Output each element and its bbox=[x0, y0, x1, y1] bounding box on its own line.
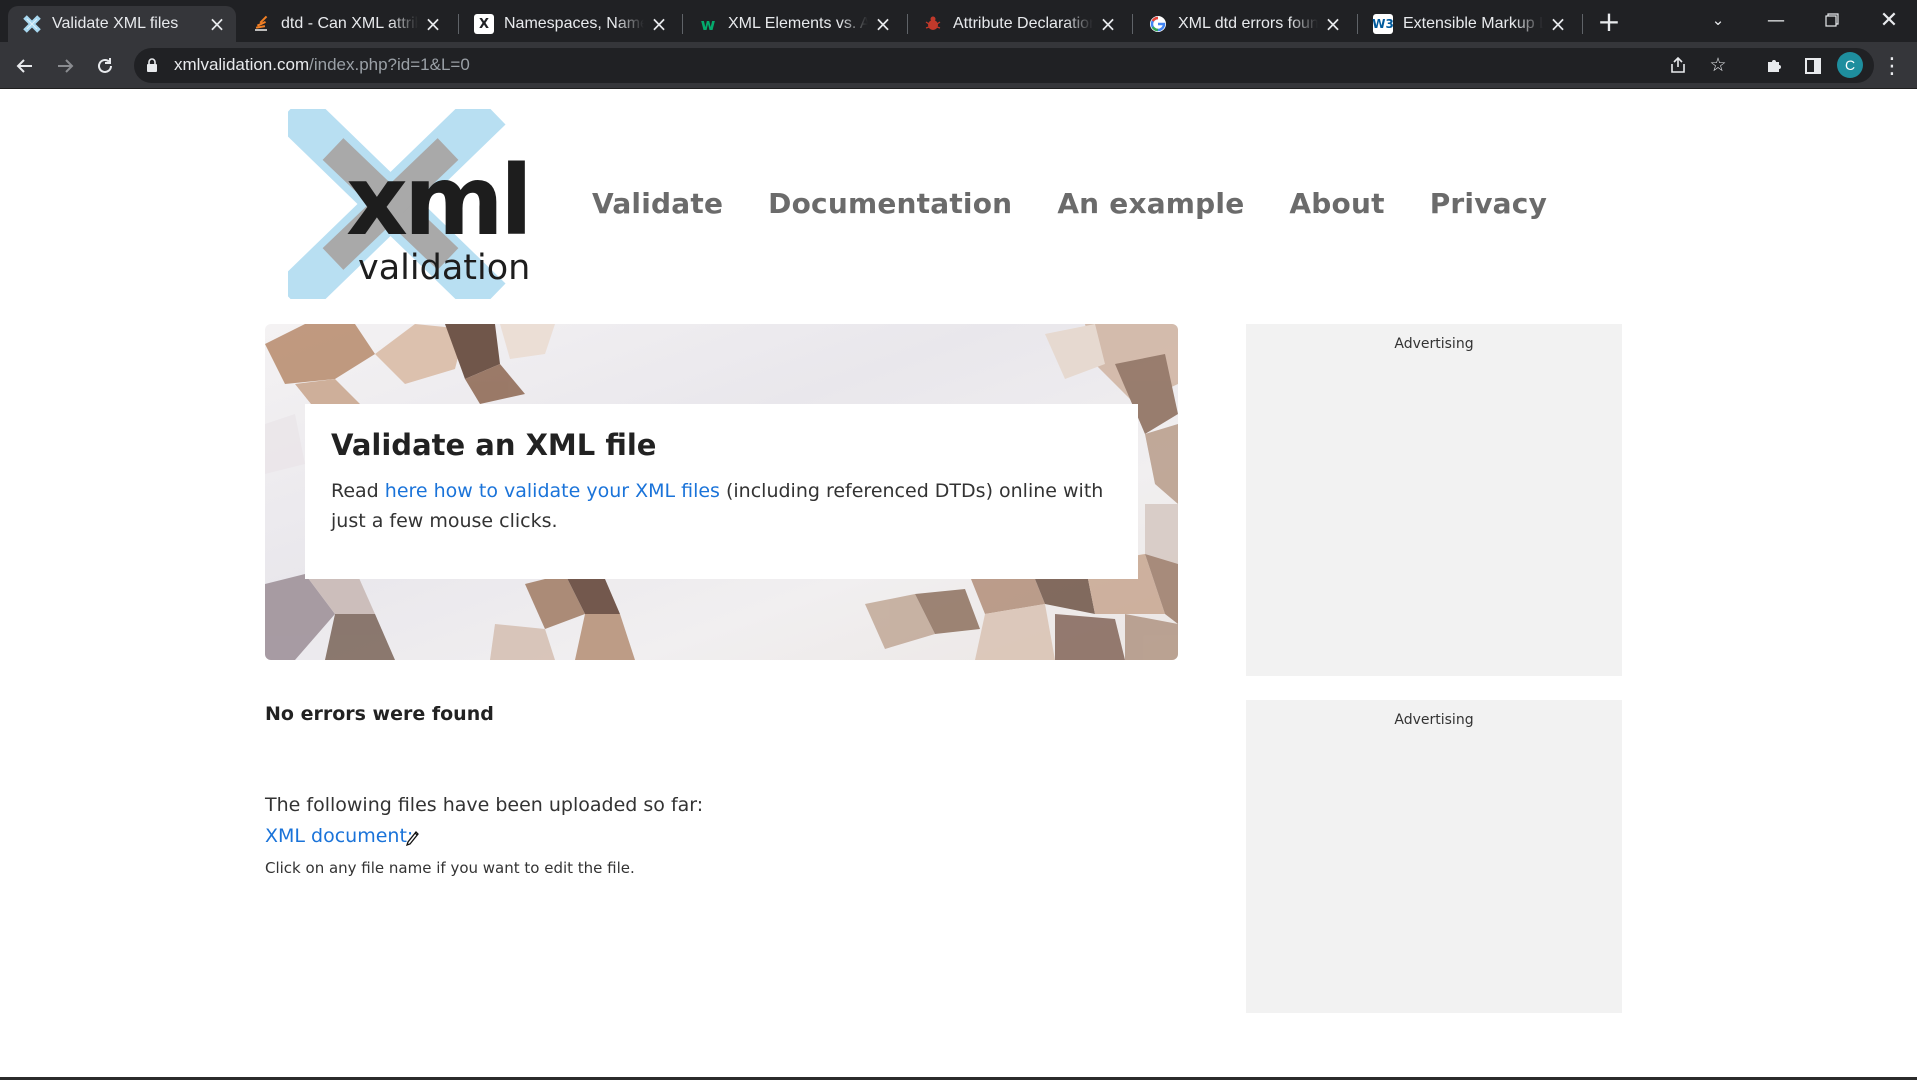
main-nav: Validate Documentation An example About … bbox=[592, 187, 1592, 220]
tab-extensible-markup[interactable]: W3 Extensible Markup La × bbox=[1359, 6, 1577, 42]
hero-description: Read here how to validate your XML files… bbox=[331, 476, 1112, 536]
close-window-icon[interactable]: ✕ bbox=[1861, 0, 1917, 40]
url-path: /index.php?id=1&L=0 bbox=[309, 55, 470, 74]
tab-strip: Validate XML files × dtd - Can XML attri… bbox=[0, 0, 1917, 42]
close-tab-icon[interactable]: × bbox=[650, 12, 668, 36]
w3schools-favicon-icon: w bbox=[700, 14, 716, 34]
close-tab-icon[interactable]: × bbox=[208, 12, 226, 36]
edit-hint: Click on any file name if you want to ed… bbox=[265, 859, 635, 877]
profile-avatar[interactable]: C bbox=[1837, 52, 1863, 78]
tab-search-chevron-icon[interactable]: ⌄ bbox=[1690, 0, 1746, 40]
tab-validate-xml[interactable]: Validate XML files × bbox=[8, 6, 236, 42]
xml-document-link[interactable]: XML document: bbox=[265, 825, 413, 847]
back-arrow-icon[interactable] bbox=[9, 50, 41, 82]
tab-stackoverflow[interactable]: dtd - Can XML attribu × bbox=[237, 6, 452, 42]
tab-title: Validate XML files bbox=[52, 15, 179, 32]
bookmark-star-icon[interactable]: ☆ bbox=[1702, 49, 1734, 81]
validation-status: No errors were found bbox=[265, 703, 494, 725]
restore-window-icon[interactable] bbox=[1804, 0, 1860, 40]
minimize-window-icon[interactable]: — bbox=[1748, 0, 1804, 40]
w3c-favicon-icon: W3 bbox=[1372, 14, 1394, 34]
uploaded-files-label: The following files have been uploaded s… bbox=[265, 794, 704, 816]
url-host: xmlvalidation.com bbox=[174, 55, 310, 74]
logo-text-xml: xml bbox=[346, 145, 529, 257]
browser-toolbar: xmlvalidation.com/index.php?id=1&L=0 ☆ ⋮ bbox=[0, 42, 1917, 89]
tab-separator bbox=[458, 14, 459, 34]
tab-title: XML dtd errors found bbox=[1178, 15, 1318, 32]
close-tab-icon[interactable]: × bbox=[1099, 12, 1117, 36]
address-bar[interactable]: xmlvalidation.com/index.php?id=1&L=0 ☆ bbox=[134, 48, 1874, 83]
tab-separator bbox=[1357, 14, 1358, 34]
nav-an-example[interactable]: An example bbox=[1057, 187, 1244, 220]
extensions-puzzle-icon[interactable] bbox=[1758, 50, 1790, 82]
xmlvalidation-favicon-icon bbox=[22, 14, 42, 34]
close-tab-icon[interactable]: × bbox=[1549, 12, 1567, 36]
edit-pencil-icon[interactable] bbox=[404, 828, 420, 846]
tab-separator bbox=[1132, 14, 1133, 34]
advertising-panel[interactable]: Advertising bbox=[1246, 324, 1622, 676]
x-favicon-icon: X bbox=[474, 14, 494, 34]
close-tab-icon[interactable]: × bbox=[1324, 12, 1342, 36]
tab-title: Attribute Declarations bbox=[953, 15, 1093, 32]
tab-title: Namespaces, Name W bbox=[504, 15, 644, 32]
nav-documentation[interactable]: Documentation bbox=[768, 187, 1012, 220]
how-to-validate-link[interactable]: here how to validate your XML files bbox=[385, 480, 720, 502]
advertising-label: Advertising bbox=[1394, 712, 1474, 728]
tab-xml-elements[interactable]: w XML Elements vs. Attr × bbox=[684, 6, 902, 42]
advertising-panel[interactable]: Advertising bbox=[1246, 700, 1622, 1013]
tab-title: XML Elements vs. Attr bbox=[728, 15, 868, 32]
lock-icon[interactable] bbox=[146, 58, 158, 72]
reload-icon[interactable] bbox=[89, 50, 121, 82]
close-tab-icon[interactable]: × bbox=[424, 12, 442, 36]
tab-separator bbox=[1582, 14, 1583, 34]
tab-title: dtd - Can XML attribu bbox=[281, 15, 418, 32]
nav-validate[interactable]: Validate bbox=[592, 187, 723, 220]
new-tab-button[interactable]: + bbox=[1594, 5, 1624, 38]
web-page: xml validation Validate Documentation An… bbox=[0, 89, 1917, 1080]
site-logo[interactable]: xml validation bbox=[275, 91, 538, 317]
logo-text-validation: validation bbox=[358, 248, 530, 288]
menu-kebab-icon[interactable]: ⋮ bbox=[1876, 50, 1908, 82]
nav-privacy[interactable]: Privacy bbox=[1430, 187, 1547, 220]
hero-card: Validate an XML file Read here how to va… bbox=[305, 404, 1138, 579]
tab-google-search[interactable]: XML dtd errors found × bbox=[1134, 6, 1352, 42]
hero-text-before: Read bbox=[331, 480, 385, 502]
url-text[interactable]: xmlvalidation.com/index.php?id=1&L=0 bbox=[174, 55, 470, 75]
stackoverflow-favicon-icon bbox=[251, 14, 271, 34]
side-panel-icon[interactable] bbox=[1797, 50, 1829, 82]
hero-banner: Validate an XML file Read here how to va… bbox=[265, 324, 1178, 660]
tab-separator bbox=[682, 14, 683, 34]
advertising-label: Advertising bbox=[1394, 336, 1474, 352]
tab-namespaces[interactable]: X Namespaces, Name W × bbox=[460, 6, 678, 42]
bug-favicon-icon bbox=[923, 14, 943, 34]
google-favicon-icon bbox=[1148, 14, 1168, 34]
tab-attribute-declarations[interactable]: Attribute Declarations × bbox=[909, 6, 1127, 42]
tab-separator bbox=[907, 14, 908, 34]
forward-arrow-icon[interactable] bbox=[49, 50, 81, 82]
tab-title: Extensible Markup La bbox=[1403, 15, 1543, 32]
close-tab-icon[interactable]: × bbox=[874, 12, 892, 36]
nav-about[interactable]: About bbox=[1289, 187, 1384, 220]
hero-title: Validate an XML file bbox=[331, 428, 657, 462]
share-icon[interactable] bbox=[1662, 49, 1694, 81]
